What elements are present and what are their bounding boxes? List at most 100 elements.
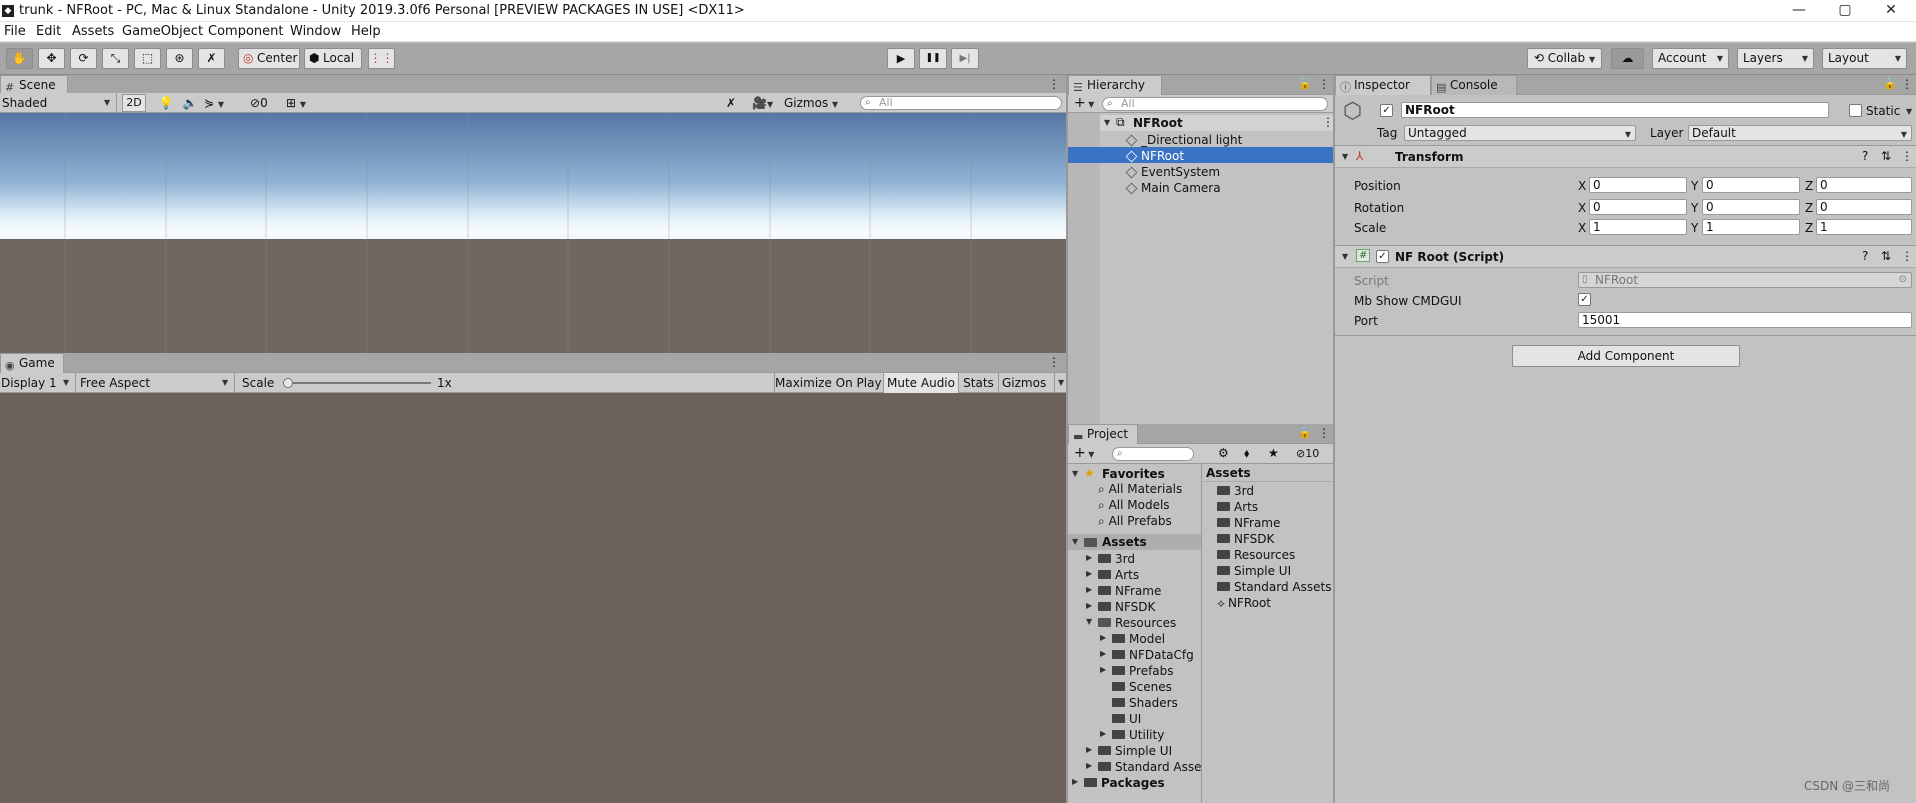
- mb-show-cmdgui-checkbox[interactable]: ✓: [1578, 293, 1591, 306]
- layers-dropdown[interactable]: Layers ▼: [1737, 48, 1814, 69]
- tree-folder[interactable]: ▶ NFSDK: [1068, 598, 1201, 614]
- tree-folder[interactable]: ▶ Simple UI: [1068, 742, 1201, 758]
- game-gizmos-dropdown[interactable]: Gizmos ▼: [998, 373, 1066, 393]
- tab-game[interactable]: ◉ Game: [0, 353, 64, 373]
- effects-dropdown[interactable]: ⋟ ▼: [204, 93, 238, 113]
- scale-y-field[interactable]: 1: [1702, 219, 1800, 235]
- help-icon[interactable]: ?: [1862, 249, 1868, 263]
- script-component-header[interactable]: ▼ # ✓ NF Root (Script) ? ⇅ ⋮: [1335, 246, 1916, 268]
- scale-x-field[interactable]: 1: [1589, 219, 1687, 235]
- play-button[interactable]: ▶: [887, 48, 915, 69]
- filter-by-label-icon[interactable]: ⬧: [1244, 446, 1249, 461]
- content-item[interactable]: NFSDK: [1217, 532, 1274, 546]
- pivot-center-button[interactable]: ◎ Center: [238, 48, 300, 69]
- expand-arrow-icon[interactable]: ▼: [1342, 152, 1348, 161]
- rotation-y-field[interactable]: 0: [1702, 199, 1800, 215]
- component-menu-icon[interactable]: ⋮: [1901, 149, 1913, 163]
- position-y-field[interactable]: 0: [1702, 177, 1800, 193]
- content-item[interactable]: Arts: [1217, 500, 1258, 514]
- settings-icon[interactable]: ⇅: [1881, 249, 1891, 263]
- menu-window[interactable]: Window: [290, 24, 341, 39]
- panel-menu-icon[interactable]: ⋮: [1048, 77, 1060, 91]
- content-item[interactable]: ⟡ NFRoot: [1217, 596, 1271, 611]
- hidden-packages-toggle[interactable]: ⊘10: [1296, 447, 1319, 460]
- tab-project[interactable]: ▬ Project: [1068, 424, 1138, 444]
- content-item[interactable]: 3rd: [1217, 484, 1254, 498]
- scale-z-field[interactable]: 1: [1816, 219, 1912, 235]
- scale-slider-thumb[interactable]: [283, 378, 293, 388]
- pivot-local-button[interactable]: ⬢ Local: [304, 48, 362, 69]
- favorite-item[interactable]: ⌕ All Prefabs: [1098, 514, 1172, 529]
- lighting-toggle[interactable]: 💡: [156, 93, 176, 113]
- scene-viewport[interactable]: [0, 113, 1066, 353]
- tree-folder[interactable]: ▶ Utility: [1068, 726, 1201, 742]
- lock-icon[interactable]: 🔒: [1883, 77, 1897, 90]
- tree-folder[interactable]: ▼ Resources: [1068, 614, 1201, 630]
- menu-component[interactable]: Component: [208, 24, 283, 39]
- stats-toggle[interactable]: Stats: [958, 373, 998, 393]
- tab-scene[interactable]: # Scene: [0, 75, 68, 95]
- hierarchy-item[interactable]: Main Camera: [1100, 179, 1333, 195]
- step-button[interactable]: ▶|: [951, 48, 979, 69]
- tab-hierarchy[interactable]: ☰ Hierarchy: [1068, 75, 1162, 95]
- hand-tool-button[interactable]: ✋: [6, 48, 33, 69]
- packages-root-row[interactable]: ▶ Packages: [1068, 774, 1201, 790]
- component-menu-icon[interactable]: ⋮: [1901, 249, 1913, 263]
- tab-console[interactable]: ▤ Console: [1431, 75, 1517, 95]
- scene-search-input[interactable]: ⌕ All: [860, 96, 1062, 110]
- scene-root-row[interactable]: ▼ ⧉ NFRoot ⋮: [1100, 115, 1334, 131]
- favorites-row[interactable]: ▼ ★ Favorites: [1068, 466, 1201, 482]
- tree-folder[interactable]: ▶ NFrame: [1068, 582, 1201, 598]
- layout-dropdown[interactable]: Layout ▼: [1822, 48, 1907, 69]
- tree-folder[interactable]: ▶ NFDataCfg: [1068, 646, 1201, 662]
- tree-folder[interactable]: Shaders: [1068, 694, 1201, 710]
- tree-folder[interactable]: UI: [1068, 710, 1201, 726]
- menu-gameobject[interactable]: GameObject: [122, 24, 203, 39]
- panel-menu-icon[interactable]: ⋮: [1318, 77, 1330, 91]
- scene-gizmos-dropdown[interactable]: Gizmos ▼: [784, 93, 846, 113]
- shading-mode-dropdown[interactable]: Shaded ▼: [0, 93, 117, 113]
- tree-folder[interactable]: ▶ Arts: [1068, 566, 1201, 582]
- tree-folder[interactable]: ▶ 3rd: [1068, 550, 1201, 566]
- chevron-down-icon[interactable]: ▼: [1906, 107, 1912, 116]
- active-checkbox[interactable]: ✓: [1380, 104, 1393, 117]
- settings-icon[interactable]: ⇅: [1881, 149, 1891, 163]
- menu-help[interactable]: Help: [351, 24, 381, 39]
- menu-file[interactable]: File: [4, 24, 26, 39]
- expand-arrow-icon[interactable]: ▼: [1342, 252, 1348, 261]
- position-z-field[interactable]: 0: [1816, 177, 1912, 193]
- tree-folder[interactable]: ▶ Standard Asset: [1068, 758, 1201, 774]
- static-checkbox[interactable]: [1849, 104, 1862, 117]
- lock-icon[interactable]: 🔒: [1298, 77, 1312, 90]
- tools-icon[interactable]: ✗: [726, 93, 746, 113]
- expand-arrow-icon[interactable]: ▼: [1072, 537, 1078, 546]
- custom-tool-button[interactable]: ✗: [198, 48, 225, 69]
- hierarchy-item[interactable]: _Directional light: [1100, 131, 1333, 147]
- close-button[interactable]: ✕: [1868, 0, 1914, 22]
- hierarchy-search-input[interactable]: ⌕ All: [1102, 97, 1328, 111]
- move-tool-button[interactable]: ✥: [38, 48, 65, 69]
- content-item[interactable]: Resources: [1217, 548, 1295, 562]
- panel-menu-icon[interactable]: ⋮: [1901, 77, 1913, 91]
- tag-dropdown[interactable]: Untagged ▼: [1404, 125, 1636, 141]
- 2d-toggle[interactable]: 2D: [122, 94, 146, 112]
- create-button[interactable]: + ▼: [1074, 95, 1094, 113]
- pause-button[interactable]: ❚❚: [919, 48, 947, 69]
- rotate-tool-button[interactable]: ⟳: [70, 48, 97, 69]
- help-icon[interactable]: ?: [1862, 149, 1868, 163]
- maximize-button[interactable]: ▢: [1822, 0, 1868, 22]
- tree-folder[interactable]: ▶ Prefabs: [1068, 662, 1201, 678]
- audio-toggle[interactable]: 🔈: [180, 93, 200, 113]
- display-dropdown[interactable]: Display 1 ▼: [0, 373, 76, 393]
- filter-by-type-icon[interactable]: ⚙: [1218, 446, 1229, 460]
- layer-dropdown[interactable]: Default ▼: [1688, 125, 1912, 141]
- account-dropdown[interactable]: Account ▼: [1652, 48, 1729, 69]
- camera-dropdown[interactable]: 🎥▼: [752, 93, 780, 113]
- create-button[interactable]: + ▼: [1074, 445, 1094, 463]
- hierarchy-item-selected[interactable]: NFRoot: [1068, 147, 1333, 163]
- menu-edit[interactable]: Edit: [36, 24, 61, 39]
- component-enabled-checkbox[interactable]: ✓: [1376, 250, 1389, 263]
- project-search-input[interactable]: ⌕: [1112, 447, 1194, 461]
- content-item[interactable]: Standard Assets: [1217, 580, 1331, 594]
- rotation-z-field[interactable]: 0: [1816, 199, 1912, 215]
